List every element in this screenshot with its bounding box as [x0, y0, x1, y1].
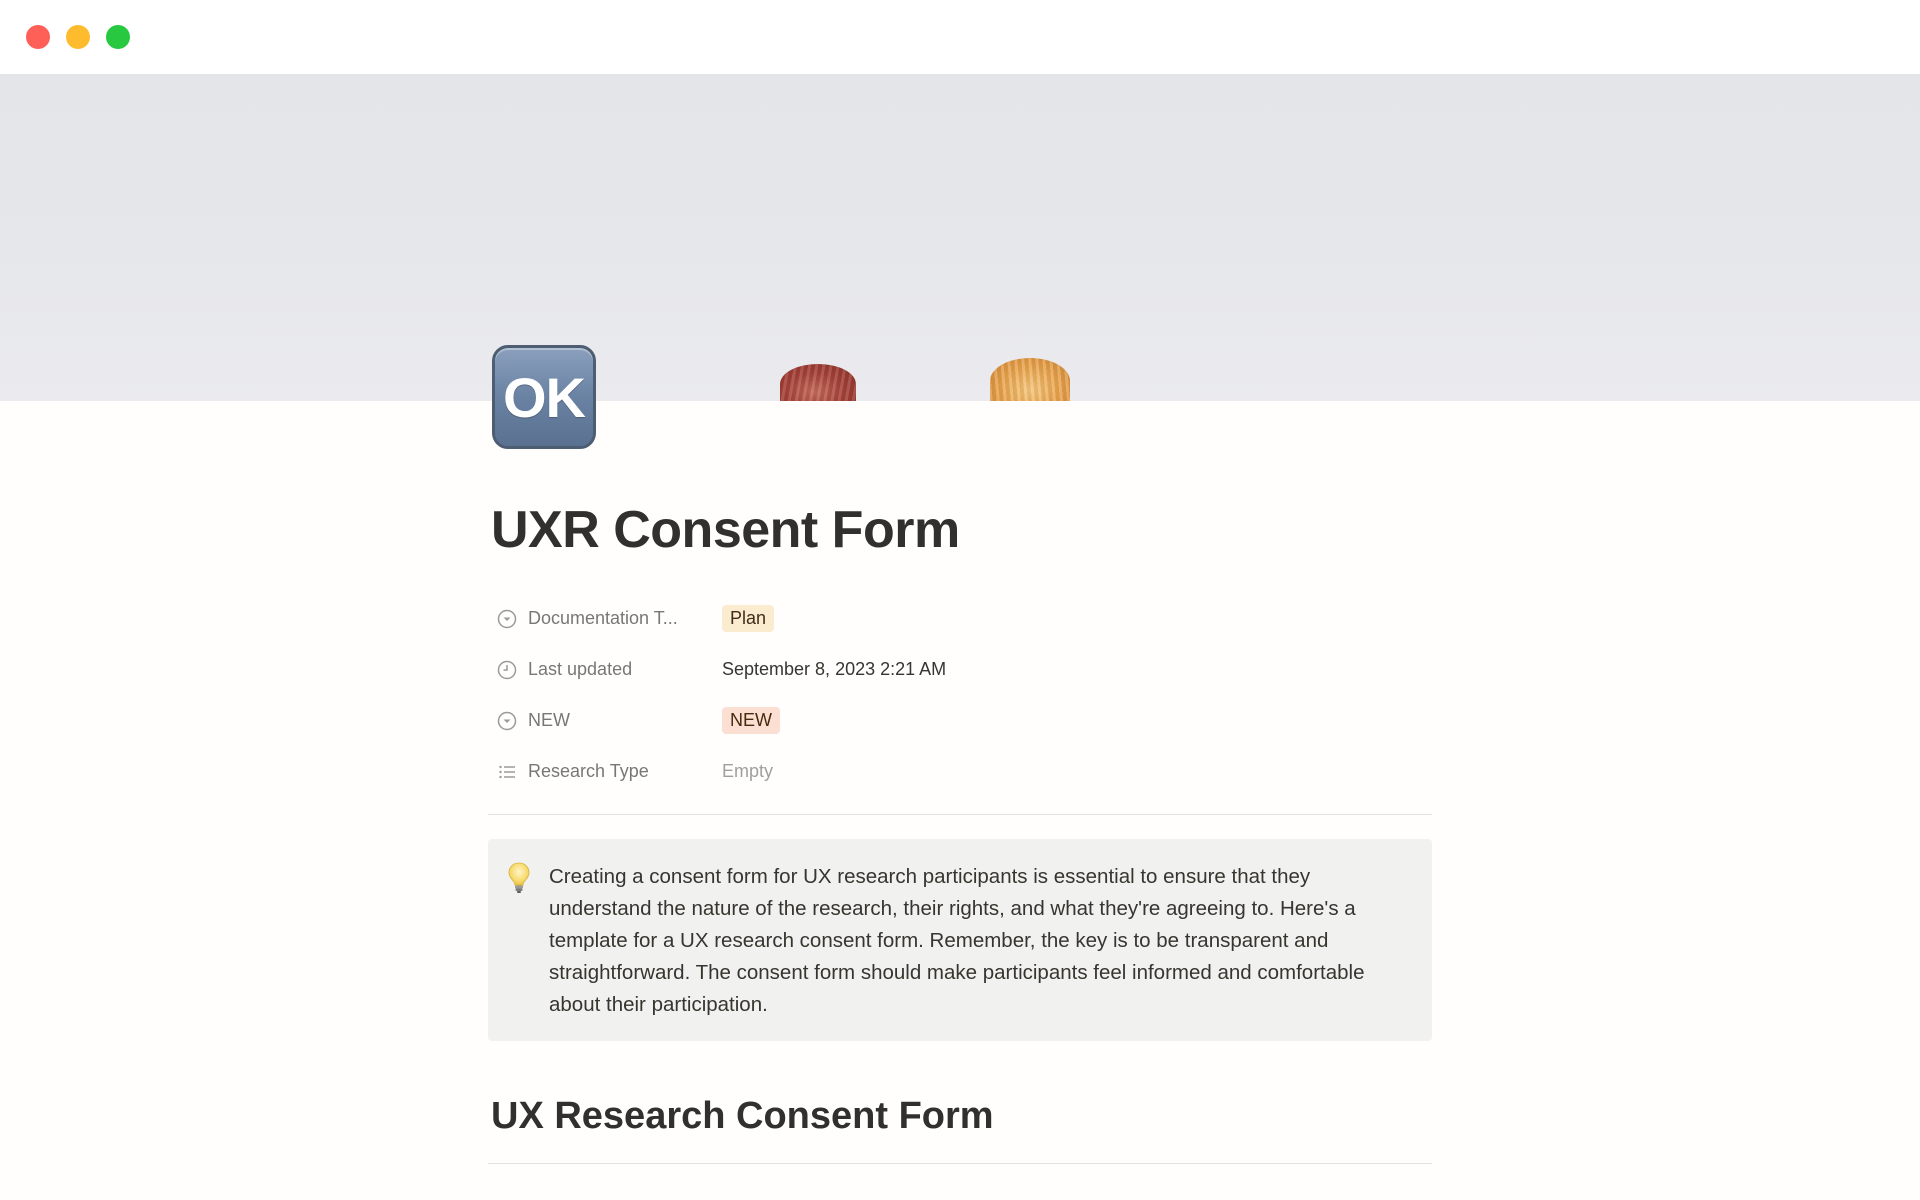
divider — [488, 814, 1432, 815]
window-titlebar — [0, 0, 1920, 74]
page-properties: Documentation T... Plan Last updated Sep… — [488, 593, 1432, 797]
property-key: Research Type — [488, 761, 722, 783]
orange-nut-image — [990, 358, 1070, 401]
property-key: Documentation T... — [488, 608, 722, 630]
clock-icon — [496, 659, 518, 681]
select-icon — [496, 710, 518, 732]
property-label: Last updated — [528, 659, 633, 679]
research-type-empty-value[interactable]: Empty — [722, 761, 773, 782]
property-label: NEW — [528, 710, 570, 730]
page-cover-image[interactable] — [0, 74, 1920, 401]
close-window-button[interactable] — [26, 25, 50, 49]
property-key: NEW — [488, 710, 722, 732]
maximize-window-button[interactable] — [106, 25, 130, 49]
page-icon-ok[interactable]: OK — [492, 345, 596, 449]
property-row-research-type[interactable]: Research Type Empty — [488, 746, 1432, 797]
callout-block[interactable]: Creating a consent form for UX research … — [488, 839, 1432, 1041]
heading-divider — [488, 1163, 1432, 1164]
new-tag[interactable]: NEW — [722, 707, 780, 734]
minimize-window-button[interactable] — [66, 25, 90, 49]
property-row-last-updated[interactable]: Last updated September 8, 2023 2:21 AM — [488, 644, 1432, 695]
lightbulb-icon[interactable] — [506, 861, 532, 895]
property-label: Documentation T... — [528, 608, 678, 628]
last-updated-value: September 8, 2023 2:21 AM — [722, 659, 947, 679]
property-label: Research Type — [528, 761, 649, 781]
callout-text[interactable]: Creating a consent form for UX research … — [549, 861, 1402, 1021]
property-key: Last updated — [488, 659, 722, 681]
page-title[interactable]: UXR Consent Form — [491, 500, 960, 560]
select-icon — [496, 608, 518, 630]
property-row-documentation-type[interactable]: Documentation T... Plan — [488, 593, 1432, 644]
property-value[interactable]: NEW — [722, 707, 780, 734]
section-heading[interactable]: UX Research Consent Form — [491, 1095, 994, 1138]
list-icon — [496, 761, 518, 783]
red-nut-image — [780, 364, 856, 401]
page-icon-text: OK — [503, 365, 586, 429]
property-value[interactable]: Plan — [722, 605, 775, 632]
plan-tag[interactable]: Plan — [722, 605, 775, 632]
property-row-new[interactable]: NEW NEW — [488, 695, 1432, 746]
